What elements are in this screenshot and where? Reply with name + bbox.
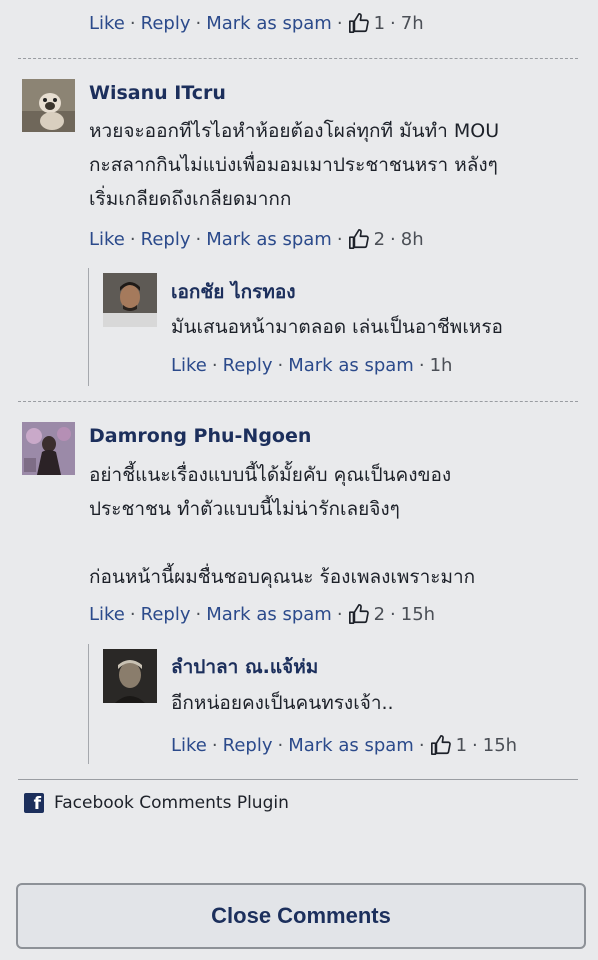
comment-author[interactable]: Damrong Phu-Ngoen	[89, 425, 311, 447]
reply-link[interactable]: Reply	[141, 604, 191, 625]
close-comments-button[interactable]: Close Comments	[16, 883, 586, 949]
plugin-label[interactable]: Facebook Comments Plugin	[54, 793, 289, 813]
reply-thread-line	[88, 268, 89, 386]
facebook-comments-plugin-link[interactable]: f Facebook Comments Plugin	[24, 793, 289, 813]
reply-author[interactable]: เอกชัย ไกรทอง	[171, 277, 296, 307]
like-count[interactable]: 2	[348, 228, 385, 250]
separator-dot: ·	[277, 355, 284, 376]
reply-thread-line	[88, 644, 89, 764]
reply-text: มันเสนอหน้ามาตลอด เล่นเป็นอาชีพเหรอ	[171, 316, 503, 338]
like-link[interactable]: Like	[89, 604, 125, 625]
separator-dot: ·	[211, 734, 218, 756]
like-count[interactable]: 1	[348, 12, 385, 34]
like-link[interactable]: Like	[89, 229, 125, 250]
reply-link[interactable]: Reply	[141, 13, 191, 34]
thumbs-up-icon	[430, 734, 452, 756]
separator-dot: ·	[277, 734, 284, 756]
like-link[interactable]: Like	[171, 735, 207, 756]
mark-as-spam-link[interactable]: Mark as spam	[206, 13, 332, 34]
facebook-f-icon: f	[24, 793, 44, 813]
comment-actions: Like · Reply · Mark as spam · 1 · 7h	[89, 12, 424, 34]
timestamp[interactable]: 8h	[401, 229, 424, 250]
comment-actions: Like · Reply · Mark as spam · 2 · 15h	[89, 603, 435, 625]
separator-dot: ·	[336, 12, 343, 34]
separator-dot: ·	[211, 355, 218, 376]
comment-divider	[18, 58, 578, 59]
separator-dot: ·	[472, 734, 478, 756]
mark-as-spam-link[interactable]: Mark as spam	[288, 735, 414, 756]
plugin-divider	[18, 779, 578, 780]
timestamp[interactable]: 1h	[430, 355, 453, 376]
reply-link[interactable]: Reply	[141, 229, 191, 250]
avatar[interactable]	[103, 649, 157, 703]
mark-as-spam-link[interactable]: Mark as spam	[206, 229, 332, 250]
separator-dot: ·	[195, 603, 202, 625]
pug-photo-icon	[22, 79, 75, 132]
person-photo-icon	[103, 273, 157, 327]
separator-dot: ·	[418, 734, 425, 756]
separator-dot: ·	[390, 603, 396, 625]
separator-dot: ·	[129, 603, 136, 625]
comment-text: หวยจะออกทีไรไอหำห้อยต้องโผล่ทุกที มันทำ …	[89, 120, 500, 210]
timestamp[interactable]: 15h	[401, 604, 435, 625]
separator-dot: ·	[336, 603, 343, 625]
person-photo-icon	[103, 649, 157, 703]
timestamp[interactable]: 15h	[483, 735, 517, 756]
reply-actions: Like · Reply · Mark as spam · 1 · 15h	[171, 734, 517, 756]
reply-link[interactable]: Reply	[223, 355, 273, 376]
comment-author[interactable]: Wisanu ITcru	[89, 82, 226, 104]
like-count[interactable]: 2	[348, 603, 385, 625]
person-photo-icon	[22, 422, 75, 475]
separator-dot: ·	[195, 12, 202, 34]
like-link[interactable]: Like	[171, 355, 207, 376]
separator-dot: ·	[129, 228, 136, 250]
separator-dot: ·	[390, 228, 396, 250]
timestamp[interactable]: 7h	[401, 13, 424, 34]
avatar[interactable]	[22, 422, 75, 475]
reply-link[interactable]: Reply	[223, 735, 273, 756]
mark-as-spam-link[interactable]: Mark as spam	[206, 604, 332, 625]
reply-actions: Like · Reply · Mark as spam · 1h	[171, 355, 452, 376]
separator-dot: ·	[390, 12, 396, 34]
reply-author[interactable]: ลำปาลา ณ.แจ้ห่ม	[171, 652, 318, 682]
comment-text: อย่าชี้แนะเรื่องแบบนี้ได้มั้ยคับ คุณเป็น…	[89, 464, 476, 588]
separator-dot: ·	[129, 12, 136, 34]
separator-dot: ·	[418, 355, 425, 376]
reply-text: อีกหน่อยคงเป็นคนทรงเจ้า..	[171, 692, 394, 714]
thumbs-up-icon	[348, 228, 370, 250]
mark-as-spam-link[interactable]: Mark as spam	[288, 355, 414, 376]
avatar[interactable]	[103, 273, 157, 327]
separator-dot: ·	[336, 228, 343, 250]
comment-actions: Like · Reply · Mark as spam · 2 · 8h	[89, 228, 424, 250]
avatar[interactable]	[22, 79, 75, 132]
thumbs-up-icon	[348, 12, 370, 34]
comment-divider	[18, 401, 578, 402]
separator-dot: ·	[195, 228, 202, 250]
like-count[interactable]: 1	[430, 734, 467, 756]
like-link[interactable]: Like	[89, 13, 125, 34]
thumbs-up-icon	[348, 603, 370, 625]
